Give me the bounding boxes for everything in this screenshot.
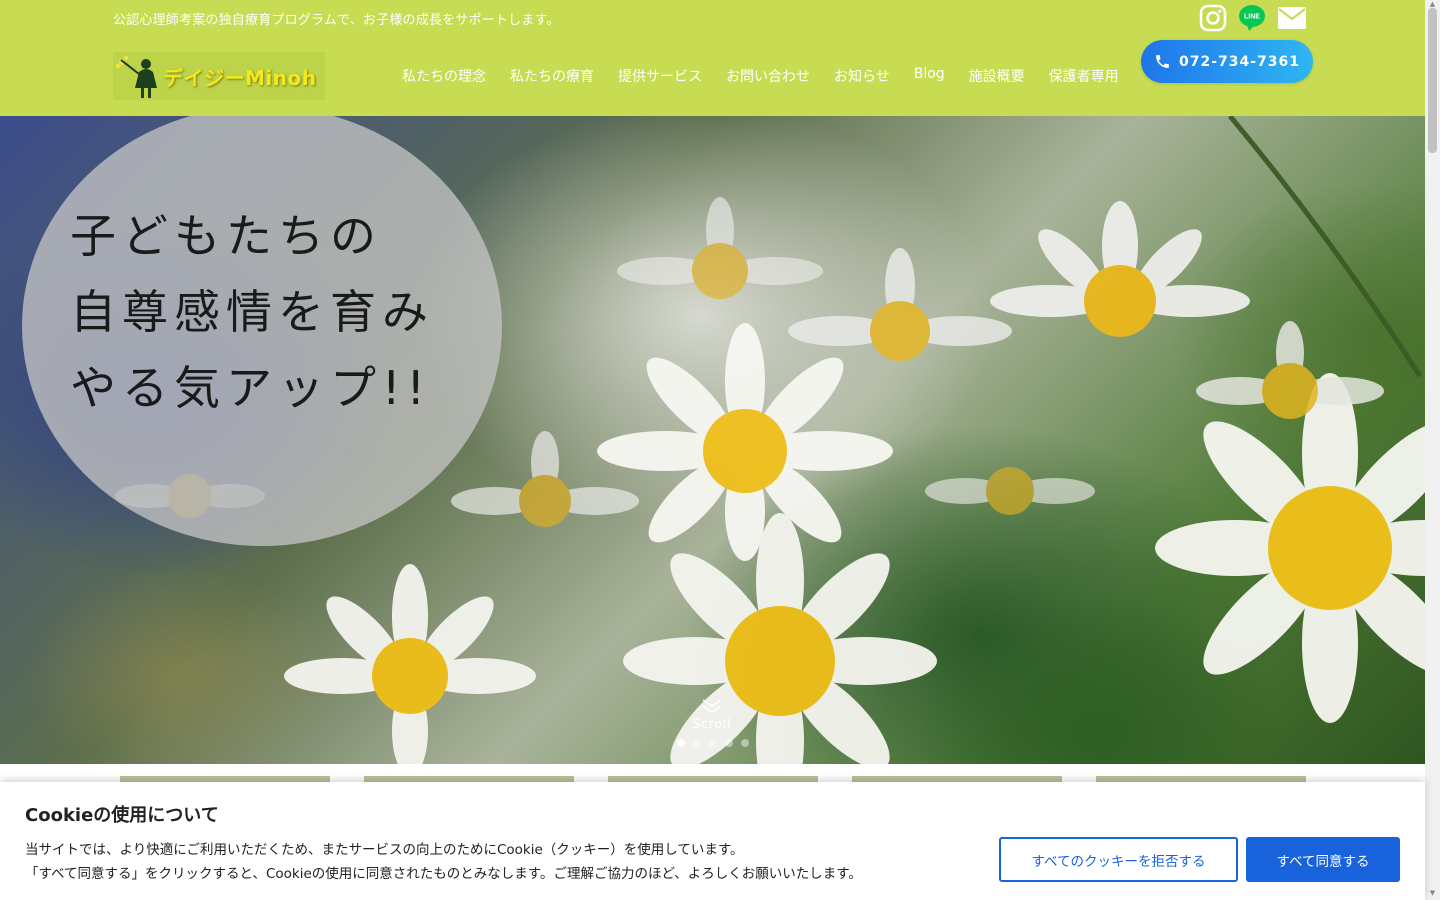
- hero-slider: 子どもたちの 自尊感情を育み やる気アップ!! Scroll: [0, 116, 1425, 764]
- cookie-consent-banner: Cookieの使用について 当サイトでは、より快適にご利用いただくため、またサー…: [0, 782, 1425, 900]
- slider-dot-4[interactable]: [725, 739, 733, 747]
- main-nav: 私たちの理念 私たちの療育 提供サービス お問い合わせ お知らせ Blog 施設…: [390, 66, 1131, 86]
- phone-icon: [1156, 55, 1169, 68]
- phone-call-button[interactable]: 072-734-7361: [1141, 40, 1313, 83]
- nav-item-parents[interactable]: 保護者専用: [1037, 66, 1131, 86]
- nav-item-services[interactable]: 提供サービス: [606, 66, 714, 86]
- instagram-icon[interactable]: [1198, 3, 1228, 33]
- site-header: 公認心理師考案の独自療育プログラムで、お子様の成長をサポートします。 デイジーM…: [0, 0, 1425, 116]
- nav-item-philosophy[interactable]: 私たちの理念: [390, 66, 498, 86]
- scroll-down-arrow-icon[interactable]: ▼: [1428, 889, 1437, 897]
- slider-dot-1[interactable]: [677, 739, 685, 747]
- slider-dot-5[interactable]: [741, 739, 749, 747]
- hero-line-3: やる気アップ!!: [70, 361, 431, 415]
- cookie-message-line-1: 当サイトでは、より快適にご利用いただくため、またサービスの向上のためにCooki…: [25, 842, 744, 858]
- cookie-message-line-2: 「すべて同意する」をクリックすると、Cookieの使用に同意されたものとみなしま…: [25, 866, 862, 882]
- nav-item-facility[interactable]: 施設概要: [957, 66, 1037, 86]
- nav-item-news[interactable]: お知らせ: [822, 66, 902, 86]
- slider-dot-2[interactable]: [693, 739, 701, 747]
- logo-text: デイジーMinoh: [163, 65, 317, 90]
- cookie-message: 当サイトでは、より快適にご利用いただくため、またサービスの向上のためにCooki…: [25, 838, 862, 886]
- cookie-title: Cookieの使用について: [25, 805, 219, 826]
- scrollbar-thumb[interactable]: [1428, 8, 1437, 153]
- header-tagline: 公認心理師考案の独自療育プログラムで、お子様の成長をサポートします。: [113, 13, 560, 28]
- scroll-indicator[interactable]: Scroll: [672, 698, 752, 731]
- hero-caption: 子どもたちの 自尊感情を育み やる気アップ!!: [70, 198, 470, 426]
- reject-all-cookies-button[interactable]: すべてのクッキーを拒否する: [999, 837, 1238, 882]
- hero-line-1: 子どもたちの: [70, 209, 382, 263]
- slider-dot-3[interactable]: [709, 739, 717, 747]
- mail-icon[interactable]: [1277, 3, 1307, 33]
- nav-item-contact[interactable]: お問い合わせ: [714, 66, 822, 86]
- scroll-up-arrow-icon[interactable]: ▲: [1428, 0, 1437, 8]
- hero-line-2: 自尊感情を育み: [70, 285, 434, 339]
- scroll-label: Scroll: [692, 717, 732, 731]
- phone-number: 072-734-7361: [1178, 53, 1301, 70]
- accept-all-cookies-button[interactable]: すべて同意する: [1246, 837, 1400, 882]
- line-icon-text: LINE: [1244, 14, 1260, 21]
- slider-pagination: [677, 739, 749, 747]
- double-chevron-down-icon: [702, 699, 722, 713]
- line-icon[interactable]: LINE: [1237, 3, 1267, 33]
- nav-item-therapy[interactable]: 私たちの療育: [498, 66, 606, 86]
- girl-with-flowers-icon: [115, 55, 157, 98]
- site-logo[interactable]: デイジーMinoh: [113, 52, 325, 100]
- nav-item-blog[interactable]: Blog: [902, 66, 957, 86]
